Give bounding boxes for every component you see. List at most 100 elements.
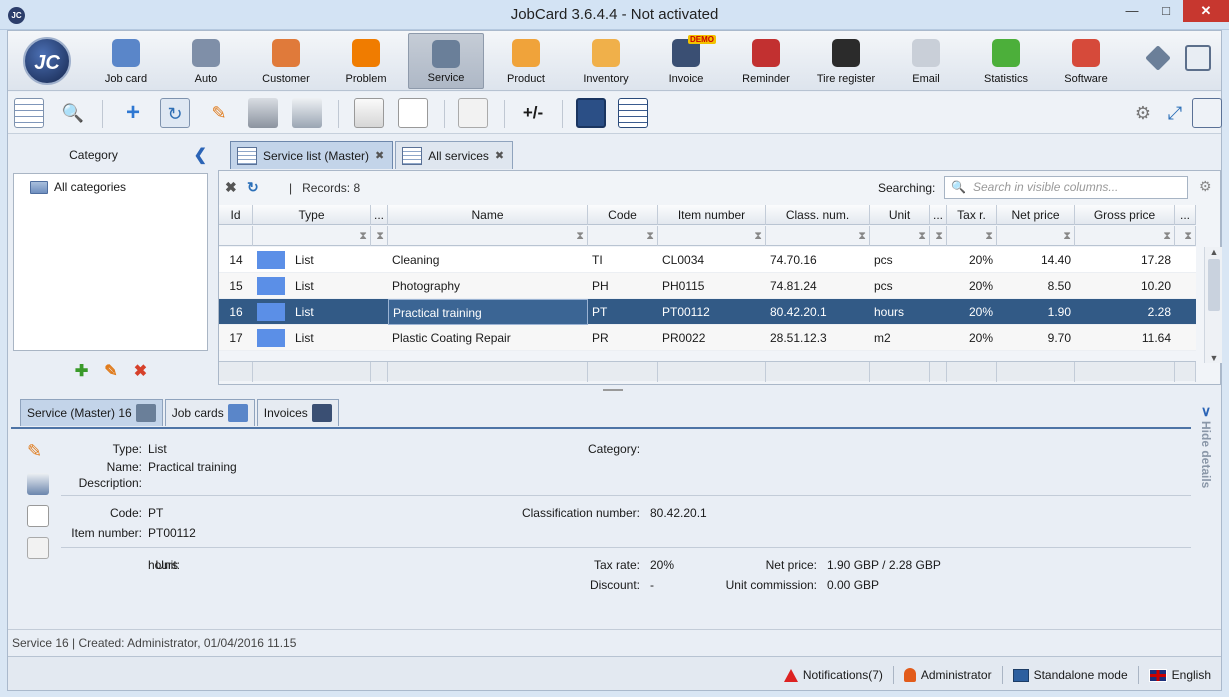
splitter[interactable]: [8, 387, 1221, 393]
close-tab-icon[interactable]: ✖: [375, 149, 384, 162]
table-row[interactable]: 16 List Practical training PT PT00112 80.42.2…: [219, 299, 1196, 325]
note-icon[interactable]: [398, 98, 428, 128]
module-product[interactable]: Product: [486, 33, 566, 89]
column-header[interactable]: ...: [371, 205, 388, 225]
collapse-left-icon[interactable]: ❮: [194, 145, 207, 165]
shredder-icon[interactable]: [248, 98, 278, 128]
edit-pencil-icon[interactable]: ✎: [27, 441, 49, 463]
tab-job-cards[interactable]: Job cards: [164, 399, 255, 426]
new-note-icon[interactable]: [354, 98, 384, 128]
scroll-thumb[interactable]: [1208, 259, 1220, 311]
uk-flag-icon: [1148, 668, 1167, 682]
module-invoice[interactable]: DEMO Invoice: [646, 33, 726, 89]
column-settings-icon[interactable]: ⚙: [1199, 178, 1212, 195]
column-header[interactable]: Item number: [658, 205, 766, 225]
unit-commission-value: 0.00 GBP: [827, 578, 880, 592]
type-cell: List: [253, 273, 371, 299]
plus-minus-icon[interactable]: +/-: [518, 98, 548, 128]
filter-icon[interactable]: ⧗: [388, 226, 588, 246]
magnifier-icon[interactable]: 🔍: [58, 98, 88, 128]
column-header[interactable]: ...: [1175, 205, 1196, 225]
list-report-icon[interactable]: [618, 98, 648, 128]
add-icon[interactable]: +: [118, 98, 148, 128]
column-header[interactable]: Tax r.: [947, 205, 997, 225]
filter-icon[interactable]: ⧗: [371, 226, 388, 246]
column-header[interactable]: Code: [588, 205, 658, 225]
module-problem[interactable]: Problem: [326, 33, 406, 89]
filter-icon[interactable]: [219, 226, 253, 246]
diamond-icon[interactable]: [1145, 45, 1171, 71]
filter-icon[interactable]: ⧗: [588, 226, 658, 246]
search-input[interactable]: 🔍 Search in visible columns...: [944, 176, 1188, 199]
notifications-button[interactable]: Notifications(7): [780, 668, 887, 682]
module-email[interactable]: Email: [886, 33, 966, 89]
module-customer[interactable]: Customer: [246, 33, 326, 89]
filter-icon[interactable]: ⧗: [947, 226, 997, 246]
description-label: Description:: [78, 476, 142, 490]
tab-service-master-16[interactable]: Service (Master) 16: [20, 399, 163, 426]
column-header[interactable]: Type: [253, 205, 371, 225]
module-service[interactable]: Service: [408, 33, 484, 89]
table-row[interactable]: 15 List Photography PH PH0115 74.81.24 pcs 20% 8…: [219, 273, 1196, 299]
tab-invoices[interactable]: Invoices: [256, 399, 339, 426]
filter-icon[interactable]: ⧗: [253, 226, 371, 246]
vertical-scrollbar[interactable]: ▲ ▼: [1204, 247, 1222, 363]
filter-icon[interactable]: ⧗: [997, 226, 1075, 246]
column-header[interactable]: Net price: [997, 205, 1075, 225]
minimize-icon[interactable]: —: [1115, 0, 1149, 22]
module-job-card[interactable]: Job card: [86, 33, 166, 89]
table-row[interactable]: 14 List Cleaning TI CL0034 74.70.16 pcs 20% 14.4…: [219, 247, 1196, 273]
fullscreen-icon[interactable]: ⤢: [1160, 98, 1190, 128]
column-header[interactable]: ...: [930, 205, 947, 225]
filter-icon[interactable]: ⧗: [1075, 226, 1175, 246]
column-header[interactable]: Id: [219, 205, 253, 225]
mode-label: Standalone mode: [1033, 668, 1128, 682]
column-header[interactable]: Name: [388, 205, 588, 225]
duplicate-icon[interactable]: [27, 537, 49, 559]
printer-icon[interactable]: [292, 98, 322, 128]
hide-details-toggle[interactable]: ∨ Hide details: [1196, 403, 1216, 503]
tab-all-services[interactable]: All services ✖: [395, 141, 514, 169]
module-reminder[interactable]: Reminder: [726, 33, 806, 89]
table-view-icon[interactable]: [14, 98, 44, 128]
maximize-icon[interactable]: □: [1149, 0, 1183, 22]
close-icon[interactable]: ✕: [1183, 0, 1229, 22]
close-tab-icon[interactable]: ✖: [495, 149, 504, 162]
category-item-all[interactable]: All categories: [30, 180, 126, 194]
scroll-up-icon[interactable]: ▲: [1205, 247, 1223, 257]
mode-button[interactable]: Standalone mode: [1009, 668, 1132, 682]
add-category-icon[interactable]: ✚: [75, 361, 88, 381]
filter-icon[interactable]: ⧗: [930, 226, 947, 246]
save-icon[interactable]: [576, 98, 606, 128]
module-auto[interactable]: Auto: [166, 33, 246, 89]
module-tire-register[interactable]: Tire register: [806, 33, 886, 89]
module-statistics[interactable]: Statistics: [966, 33, 1046, 89]
pencil-icon[interactable]: ✎: [204, 98, 234, 128]
filter-icon[interactable]: ⧗: [1175, 226, 1196, 246]
module-inventory[interactable]: Inventory: [566, 33, 646, 89]
column-header[interactable]: Class. num.: [766, 205, 870, 225]
column-header[interactable]: Gross price: [1075, 205, 1175, 225]
scroll-down-icon[interactable]: ▼: [1205, 353, 1223, 363]
clear-filter-icon[interactable]: ✖: [225, 179, 237, 196]
column-header[interactable]: Unit: [870, 205, 930, 225]
language-button[interactable]: English: [1145, 668, 1215, 682]
panel-layout-icon[interactable]: [1192, 98, 1222, 128]
duplicate-icon[interactable]: [458, 98, 488, 128]
refresh-icon[interactable]: ↻: [247, 179, 259, 196]
jobcard-logo[interactable]: JC: [23, 37, 71, 85]
filter-icon[interactable]: ⧗: [870, 226, 930, 246]
filter-icon[interactable]: ⧗: [766, 226, 870, 246]
windows-layout-icon[interactable]: [1185, 45, 1211, 71]
note-icon[interactable]: [27, 505, 49, 527]
tab-service-list-master[interactable]: Service list (Master) ✖: [230, 141, 394, 169]
user-button[interactable]: Administrator: [900, 668, 996, 682]
module-software[interactable]: Software: [1046, 33, 1126, 89]
edit-category-icon[interactable]: ✎: [104, 361, 117, 381]
table-row[interactable]: 17 List Plastic Coating Repair PR PR0022 28.5…: [219, 325, 1196, 351]
settings-gear-icon[interactable]: ⚙: [1128, 98, 1158, 128]
delete-category-icon[interactable]: ✖: [134, 361, 147, 381]
print-icon[interactable]: [27, 473, 49, 495]
filter-icon[interactable]: ⧗: [658, 226, 766, 246]
copy-record-icon[interactable]: ↻: [160, 98, 190, 128]
